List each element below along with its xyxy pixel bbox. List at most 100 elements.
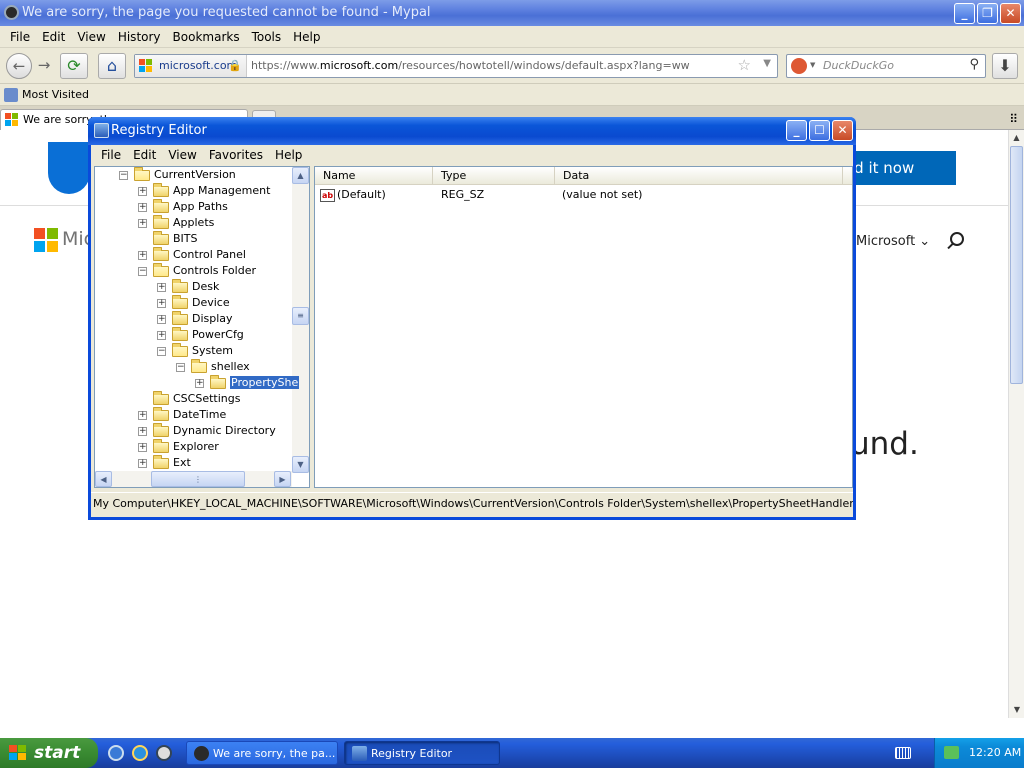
clock[interactable]: 12:20 AM (969, 738, 1021, 768)
collapse-icon[interactable]: − (138, 266, 147, 276)
regedit-menu-file[interactable]: File (95, 148, 127, 162)
expand-icon[interactable]: + (195, 378, 204, 388)
taskbar-item-browser[interactable]: We are sorry, the pa... (186, 741, 338, 765)
scroll-thumb[interactable] (1010, 146, 1023, 384)
site-identity-button[interactable]: microsoft.com 🔒 (135, 55, 247, 77)
page-scrollbar[interactable]: ▲ ▼ (1008, 130, 1024, 718)
tree-node[interactable]: + Desk (157, 278, 219, 295)
browser-title-bar[interactable]: We are sorry, the page you requested can… (0, 0, 1024, 26)
tree-node[interactable]: + Control Panel (138, 246, 246, 263)
search-bar[interactable]: ▼ DuckDuckGo ⚲ (786, 54, 986, 78)
collapse-icon[interactable]: − (157, 346, 166, 356)
regedit-close-button[interactable]: ✕ (832, 120, 853, 141)
menu-history[interactable]: History (112, 30, 167, 44)
collapse-icon[interactable]: − (119, 170, 128, 180)
home-button[interactable]: ⌂ (98, 53, 126, 79)
expand-icon[interactable]: + (138, 442, 147, 452)
tree-node[interactable]: + App Management (138, 182, 270, 199)
minimize-button[interactable]: _ (954, 3, 975, 24)
quicklaunch-media-icon[interactable] (156, 745, 172, 761)
menu-view[interactable]: View (71, 30, 111, 44)
keyboard-icon[interactable] (895, 747, 911, 759)
expand-icon[interactable]: + (138, 410, 147, 420)
regedit-menu-edit[interactable]: Edit (127, 148, 162, 162)
tree-node[interactable]: + Display (157, 310, 233, 327)
reload-button[interactable]: ⟳ (60, 53, 88, 79)
tree-node[interactable]: − shellex (176, 358, 250, 375)
tree-node[interactable]: + Dynamic Directory (138, 422, 276, 439)
restore-button[interactable]: ❐ (977, 3, 998, 24)
tree-vertical-scrollbar[interactable]: ▲ ≡ ▼ (292, 167, 309, 473)
registry-tree[interactable]: ▲ ≡ ▼ ◀ ⋮ ▶ − CurrentVersion + App Manageme… (94, 166, 310, 488)
search-engine-dropdown-icon[interactable]: ▼ (810, 61, 815, 69)
tree-node[interactable]: − System (157, 342, 233, 359)
tree-scroll-thumb[interactable]: ≡ (292, 307, 309, 325)
all-microsoft-menu[interactable]: Microsoft ⌄ (856, 234, 930, 249)
tree-node[interactable]: + App Paths (138, 198, 228, 215)
microsoft-logo-icon[interactable] (34, 228, 58, 252)
bookmark-star-icon[interactable]: ☆ (738, 56, 751, 74)
menu-tools[interactable]: Tools (246, 30, 288, 44)
expand-icon[interactable]: + (138, 186, 147, 196)
expand-icon[interactable]: + (138, 250, 147, 260)
registry-values-list[interactable]: Name Type Data ab (Default) REG_SZ (value… (314, 166, 853, 488)
expand-icon[interactable]: + (138, 202, 147, 212)
taskbar-item-regedit[interactable]: Registry Editor (344, 741, 500, 765)
expand-icon[interactable]: + (138, 426, 147, 436)
back-button[interactable]: ← (6, 53, 32, 79)
menu-file[interactable]: File (4, 30, 36, 44)
promo-cta-button[interactable]: ld it now (846, 151, 956, 185)
tree-node[interactable]: + Explorer (138, 438, 219, 455)
search-input[interactable]: DuckDuckGo (823, 55, 894, 77)
menu-bookmarks[interactable]: Bookmarks (167, 30, 246, 44)
regedit-title-bar[interactable]: Registry Editor _ ☐ ✕ (88, 117, 856, 145)
expand-icon[interactable]: + (157, 314, 166, 324)
tree-node[interactable]: + PowerCfg (157, 326, 244, 343)
scroll-up-icon[interactable]: ▲ (1009, 130, 1024, 146)
expand-icon[interactable]: + (157, 282, 166, 292)
value-row[interactable]: ab (Default) REG_SZ (value not set) (315, 187, 852, 203)
forward-button[interactable]: → (34, 53, 54, 79)
tree-node[interactable]: + Device (157, 294, 230, 311)
regedit-minimize-button[interactable]: _ (786, 120, 807, 141)
quicklaunch-explorer-icon[interactable] (108, 745, 124, 761)
url-dropdown-icon[interactable]: ▼ (763, 58, 771, 69)
expand-icon[interactable]: + (157, 298, 166, 308)
site-search-icon[interactable] (950, 232, 964, 246)
tree-node[interactable]: − CurrentVersion (119, 167, 236, 183)
scroll-down-icon[interactable]: ▼ (1009, 702, 1024, 718)
most-visited-link[interactable]: Most Visited (22, 88, 89, 101)
regedit-menu-help[interactable]: Help (269, 148, 308, 162)
address-bar[interactable]: microsoft.com 🔒 https://www.microsoft.co… (134, 54, 778, 78)
tree-horizontal-scrollbar[interactable]: ◀ ⋮ ▶ (95, 471, 292, 487)
search-go-icon[interactable]: ⚲ (969, 57, 979, 72)
quicklaunch-ie-icon[interactable] (132, 745, 148, 761)
tree-node[interactable]: + Ext (138, 454, 191, 471)
tree-scroll-down-icon[interactable]: ▼ (292, 456, 309, 473)
tree-node[interactable]: + DateTime (138, 406, 226, 423)
tree-node[interactable]: + PropertyShe (195, 374, 300, 391)
tree-node[interactable]: − Controls Folder (138, 262, 256, 279)
network-icon[interactable] (944, 746, 959, 759)
column-data[interactable]: Data (555, 167, 843, 185)
duckduckgo-icon[interactable] (791, 58, 807, 74)
tree-hscroll-thumb[interactable]: ⋮ (151, 471, 245, 487)
column-type[interactable]: Type (433, 167, 555, 185)
all-tabs-icon[interactable]: ⠿ (1009, 112, 1018, 126)
collapse-icon[interactable]: − (176, 362, 185, 372)
start-button[interactable]: start (0, 738, 98, 768)
tree-node[interactable]: CSCSettings (138, 390, 240, 407)
expand-icon[interactable]: + (138, 218, 147, 228)
expand-icon[interactable]: + (157, 330, 166, 340)
tree-node[interactable]: + Applets (138, 214, 214, 231)
menu-help[interactable]: Help (287, 30, 326, 44)
tree-scroll-right-icon[interactable]: ▶ (274, 471, 291, 487)
regedit-menu-favorites[interactable]: Favorites (203, 148, 269, 162)
column-name[interactable]: Name (315, 167, 433, 185)
tree-node[interactable]: BITS (138, 230, 198, 247)
close-button[interactable]: ✕ (1000, 3, 1021, 24)
downloads-button[interactable]: ⬇ (992, 53, 1018, 79)
tree-scroll-left-icon[interactable]: ◀ (95, 471, 112, 487)
regedit-maximize-button[interactable]: ☐ (809, 120, 830, 141)
tree-scroll-up-icon[interactable]: ▲ (292, 167, 309, 184)
